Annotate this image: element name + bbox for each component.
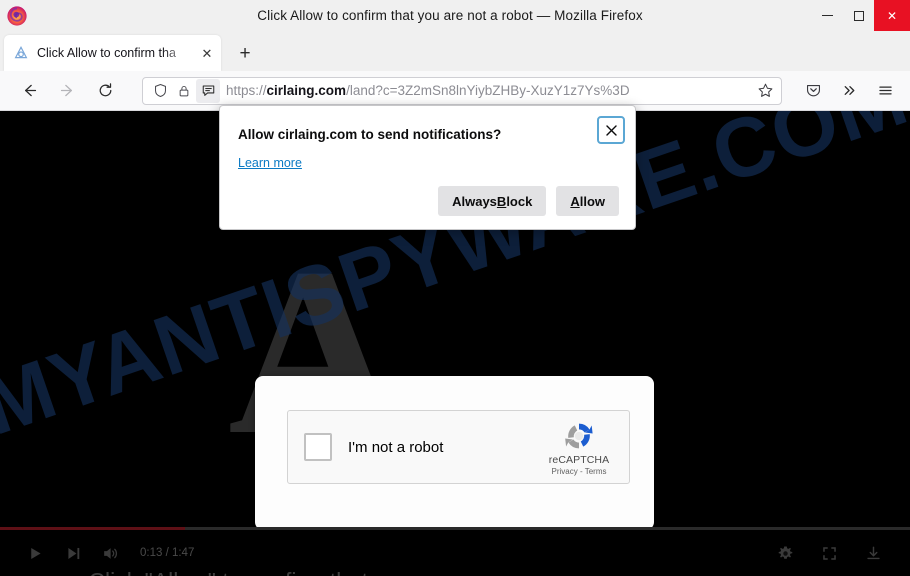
volume-button[interactable] (92, 534, 130, 572)
forward-arrow-icon (60, 84, 72, 97)
connection-lock-icon[interactable] (172, 79, 196, 103)
hamburger-menu-icon (878, 86, 892, 95)
btn-label-post: lock (506, 193, 533, 209)
play-icon (30, 547, 41, 559)
reload-icon (99, 83, 111, 97)
close-window-button[interactable]: ✕ (874, 0, 910, 31)
bookmark-star-icon[interactable] (754, 80, 776, 102)
toolbar-right-group (792, 76, 910, 106)
recaptcha-label: I'm not a robot (348, 438, 444, 456)
btn-accesskey: B (496, 193, 507, 209)
video-time-display: 0:13 / 1:47 (140, 547, 195, 559)
dialog-close-button[interactable] (597, 116, 625, 144)
recaptcha-logo-icon (565, 423, 593, 448)
url-domain: cirlaing.com (266, 83, 347, 98)
chevron-double-right-icon (844, 85, 854, 96)
btn-label-pre: Always (452, 193, 497, 209)
back-arrow-icon (24, 84, 36, 97)
recaptcha-branding: reCAPTCHA Privacy - Terms (533, 419, 625, 476)
new-tab-button[interactable]: + (233, 41, 257, 65)
play-button[interactable] (16, 534, 54, 572)
dialog-button-group: Always Block Allow (438, 186, 619, 216)
fullscreen-icon (822, 546, 836, 560)
page-favicon-icon (14, 46, 28, 59)
address-bar[interactable]: https://cirlaing.com/land?c=3Z2mSn8lnYiy… (142, 76, 782, 105)
recaptcha-card: I'm not a robot reCAPTCHA Privacy - Term… (255, 376, 654, 530)
gear-icon (778, 546, 792, 559)
settings-button[interactable] (766, 534, 804, 572)
recaptcha-widget[interactable]: I'm not a robot reCAPTCHA Privacy - Term… (287, 410, 630, 484)
recaptcha-legal-links[interactable]: Privacy - Terms (533, 467, 625, 476)
recaptcha-brand-name: reCAPTCHA (548, 453, 610, 466)
minimize-button[interactable] (812, 0, 843, 31)
tab-close-icon[interactable]: ✕ (199, 45, 215, 61)
reload-button[interactable] (90, 76, 120, 106)
maximize-button[interactable] (843, 0, 874, 31)
allow-button[interactable]: Allow (556, 186, 619, 216)
dialog-title: Allow cirlaing.com to send notifications… (238, 127, 502, 142)
fullscreen-button[interactable] (810, 534, 848, 572)
pocket-icon (806, 85, 820, 97)
url-path: /land?c=3Z2mSn8lnYiybZHBy-XuzY1z7Ys%3D (346, 83, 630, 98)
browser-tab[interactable]: Click Allow to confirm tha ✕ (4, 35, 221, 71)
tracking-protection-shield-icon[interactable] (148, 79, 172, 103)
tab-title: Click Allow to confirm tha (37, 46, 176, 60)
firefox-logo-icon (7, 5, 27, 26)
window-title: Click Allow to confirm that you are not … (257, 8, 643, 23)
url-scheme: https:// (226, 83, 267, 98)
player-right-controls (760, 534, 892, 572)
title-bar: Click Allow to confirm that you are not … (0, 0, 910, 31)
pocket-button[interactable] (798, 76, 828, 106)
volume-icon (103, 547, 117, 559)
download-icon (866, 546, 880, 559)
minimize-icon (822, 15, 833, 16)
notification-permission-icon[interactable] (196, 78, 220, 103)
maximize-icon (853, 10, 864, 21)
learn-more-link[interactable]: Learn more (238, 156, 302, 170)
firefox-window: Click Allow to confirm that you are not … (0, 0, 910, 576)
next-button[interactable] (54, 534, 92, 572)
overflow-menu-button[interactable] (834, 76, 864, 106)
notification-permission-dialog: Allow cirlaing.com to send notifications… (219, 105, 636, 230)
video-player-controls: 0:13 / 1:47 (0, 530, 910, 576)
next-track-icon (67, 547, 79, 559)
app-menu-button[interactable] (870, 76, 900, 106)
download-button[interactable] (854, 534, 892, 572)
back-button[interactable] (14, 76, 44, 106)
window-controls: ✕ (812, 0, 910, 31)
close-icon: ✕ (886, 8, 898, 23)
btn-accesskey: A (570, 193, 580, 209)
forward-button[interactable] (52, 76, 82, 106)
tab-strip: Click Allow to confirm tha ✕ + (0, 31, 910, 71)
url-text[interactable]: https://cirlaing.com/land?c=3Z2mSn8lnYiy… (226, 83, 754, 98)
close-icon (605, 124, 617, 136)
always-block-button[interactable]: Always Block (438, 186, 547, 216)
btn-label-post: llow (579, 193, 605, 209)
recaptcha-checkbox[interactable] (304, 433, 332, 461)
